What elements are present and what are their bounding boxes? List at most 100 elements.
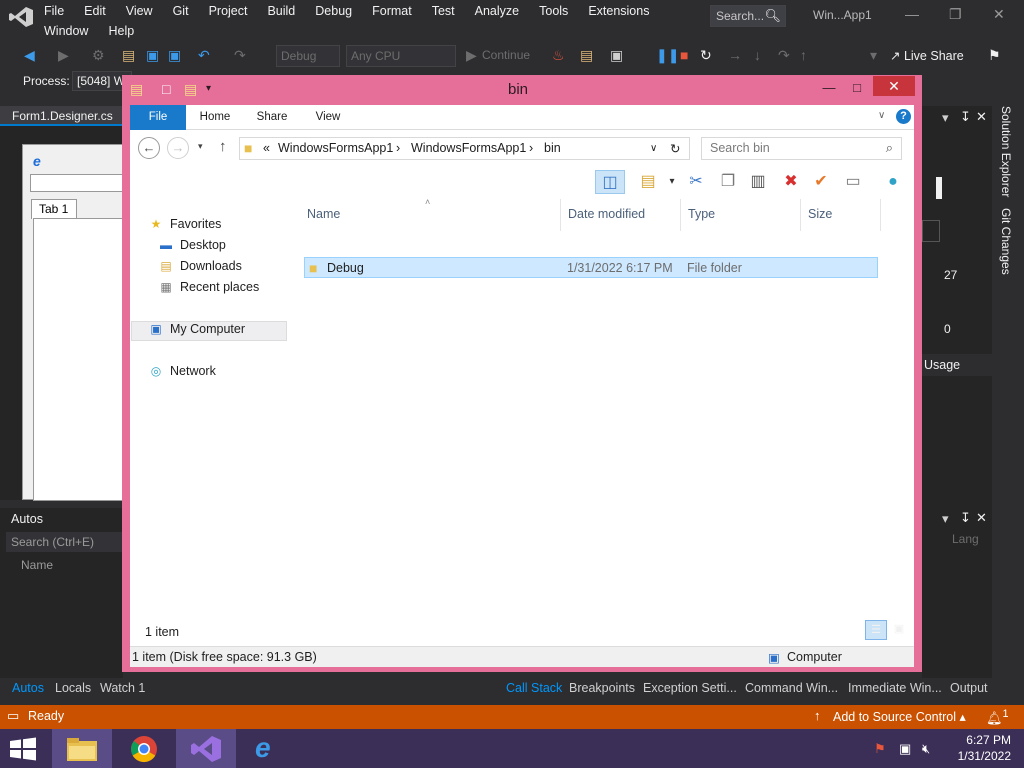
- windows-start-icon[interactable]: [8, 737, 38, 761]
- hot-reload-icon[interactable]: ♨: [552, 47, 565, 63]
- menu-debug[interactable]: Debug: [315, 3, 352, 19]
- menu-help[interactable]: Help: [108, 23, 134, 39]
- tab-output[interactable]: Output: [950, 681, 988, 695]
- tab-git-changes[interactable]: Git Changes: [999, 208, 1013, 275]
- maximize-icon[interactable]: □: [846, 77, 868, 98]
- volume-muted-icon[interactable]: 🔇︎: [922, 741, 930, 757]
- notification-icon[interactable]: 🔔︎1: [986, 708, 1009, 726]
- check-icon[interactable]: ✔: [808, 170, 834, 194]
- properties-folder-icon[interactable]: ▤: [635, 170, 661, 194]
- tab-form1-designer[interactable]: Form1.Designer.cs: [0, 106, 123, 126]
- small-input[interactable]: [922, 220, 940, 242]
- menu-test[interactable]: Test: [432, 3, 455, 19]
- nav-favorites[interactable]: ★ Favorites: [148, 217, 222, 231]
- chevron-right-icon[interactable]: ›: [529, 141, 533, 155]
- nav-network[interactable]: ◎ Network: [148, 364, 216, 378]
- new-folder-icon[interactable]: ▤: [184, 81, 197, 98]
- paste-icon[interactable]: ▥: [745, 170, 771, 194]
- chevron-right-icon[interactable]: ›: [396, 141, 400, 155]
- taskbar-chrome[interactable]: [114, 729, 174, 768]
- up-icon[interactable]: ↑: [219, 138, 227, 155]
- close-icon[interactable]: ✕: [993, 6, 1005, 23]
- column-header-name[interactable]: Name: [307, 207, 340, 221]
- ribbon-tab-file[interactable]: File: [130, 105, 186, 130]
- delete-icon[interactable]: ✖: [778, 170, 804, 194]
- details-view-icon[interactable]: ☰: [865, 620, 887, 640]
- quick-access-dropdown-icon[interactable]: ▾: [206, 83, 211, 94]
- minimize-icon[interactable]: —: [818, 77, 840, 98]
- breadcrumb-windowsformsapp1-root[interactable]: WindowsFormsApp1: [278, 141, 393, 155]
- preview-pane-icon[interactable]: ◫: [595, 170, 625, 194]
- back-icon[interactable]: ◀: [24, 47, 35, 63]
- tab-watch-1[interactable]: Watch 1: [100, 681, 145, 695]
- tab-exception-settings[interactable]: Exception Setti...: [643, 681, 737, 695]
- toolbar-dropdown-icon[interactable]: ▾: [659, 170, 685, 194]
- designer-textbox[interactable]: [30, 174, 124, 192]
- continue-button[interactable]: Continue: [482, 48, 530, 62]
- panel-close-icon[interactable]: ✕: [976, 109, 987, 125]
- column-divider[interactable]: [680, 199, 681, 231]
- step-into-icon[interactable]: ↓: [754, 47, 761, 63]
- feedback-icon[interactable]: ⚑: [988, 47, 1001, 63]
- designer-tab-1[interactable]: Tab 1: [31, 199, 77, 219]
- recent-locations-icon[interactable]: ▾: [198, 141, 203, 152]
- menu-file[interactable]: File: [44, 3, 64, 19]
- menu-analyze[interactable]: Analyze: [475, 3, 519, 19]
- forward-icon[interactable]: ▶: [58, 47, 69, 63]
- menu-build[interactable]: Build: [267, 3, 295, 19]
- help-icon[interactable]: ?: [896, 109, 911, 124]
- tab-command-window[interactable]: Command Win...: [745, 681, 838, 695]
- column-header-date-modified[interactable]: Date modified: [568, 207, 645, 221]
- panel2-close-icon[interactable]: ✕: [976, 510, 987, 526]
- forward-button[interactable]: →: [167, 137, 189, 159]
- overflow-icon[interactable]: ▾: [870, 47, 877, 63]
- menu-git[interactable]: Git: [173, 3, 189, 19]
- address-bar[interactable]: ■ « WindowsFormsApp1 › WindowsFormsApp1 …: [239, 137, 690, 160]
- taskbar-internet-explorer[interactable]: e: [238, 729, 298, 768]
- menu-tools[interactable]: Tools: [539, 3, 568, 19]
- column-divider[interactable]: [880, 199, 881, 231]
- ribbon-tab-home[interactable]: Home: [194, 105, 236, 130]
- tab-call-stack[interactable]: Call Stack: [506, 681, 562, 695]
- address-overflow[interactable]: «: [263, 141, 270, 155]
- tab-immediate-window[interactable]: Immediate Win...: [848, 681, 942, 695]
- menu-project[interactable]: Project: [209, 3, 248, 19]
- continue-icon[interactable]: ▶: [466, 47, 477, 63]
- column-header-size[interactable]: Size: [808, 207, 832, 221]
- save-all-icon[interactable]: ▣: [168, 47, 181, 63]
- new-project-icon[interactable]: ⚙: [92, 47, 105, 63]
- restore-icon[interactable]: ❐: [949, 6, 962, 23]
- folder-icon[interactable]: ▤: [580, 47, 593, 63]
- tab-autos[interactable]: Autos: [12, 681, 44, 695]
- column-header-type[interactable]: Type: [688, 207, 715, 221]
- taskbar-file-explorer[interactable]: [52, 729, 112, 768]
- globe-icon[interactable]: ●: [880, 170, 906, 194]
- redo-icon[interactable]: ↷: [234, 47, 246, 63]
- large-icons-view-icon[interactable]: ▣: [888, 620, 910, 640]
- live-share-button[interactable]: ↗ Live Share: [890, 48, 964, 63]
- taskbar-visual-studio[interactable]: [176, 729, 236, 768]
- add-to-source-control[interactable]: Add to Source Control ▴: [833, 709, 966, 724]
- vs-search-box[interactable]: Search... 🔍︎: [710, 5, 786, 27]
- menu-view[interactable]: View: [126, 3, 153, 19]
- config-dropdown[interactable]: Debug: [276, 45, 340, 67]
- back-button[interactable]: ←: [138, 137, 160, 159]
- explorer-titlebar[interactable]: ▤ □ ▤ ▾ bin — □ ✕: [122, 75, 922, 105]
- cut-icon[interactable]: ✂: [683, 170, 709, 194]
- platform-dropdown[interactable]: Any CPU: [346, 45, 456, 67]
- tab-solution-explorer[interactable]: Solution Explorer: [999, 106, 1013, 197]
- minimize-icon[interactable]: —: [905, 6, 919, 22]
- expand-ribbon-icon[interactable]: ∨: [878, 110, 885, 121]
- pin2-icon[interactable]: ↧: [960, 510, 971, 526]
- screenshot-icon[interactable]: ▣: [610, 47, 623, 63]
- designer-form[interactable]: e Tab 1: [22, 144, 124, 501]
- restart-icon[interactable]: ↻: [700, 47, 712, 63]
- file-row-debug[interactable]: ■ Debug 1/31/2022 6:17 PM File folder: [304, 257, 878, 278]
- close-icon[interactable]: ✕: [873, 76, 915, 96]
- ribbon-tab-share[interactable]: Share: [252, 105, 292, 130]
- nav-recent-places[interactable]: ▦ Recent places: [158, 280, 259, 294]
- step-icon[interactable]: →: [728, 47, 742, 63]
- address-dropdown-icon[interactable]: ∨: [650, 143, 657, 154]
- breadcrumb-bin[interactable]: bin: [544, 141, 561, 155]
- undo-icon[interactable]: ↶: [198, 47, 210, 63]
